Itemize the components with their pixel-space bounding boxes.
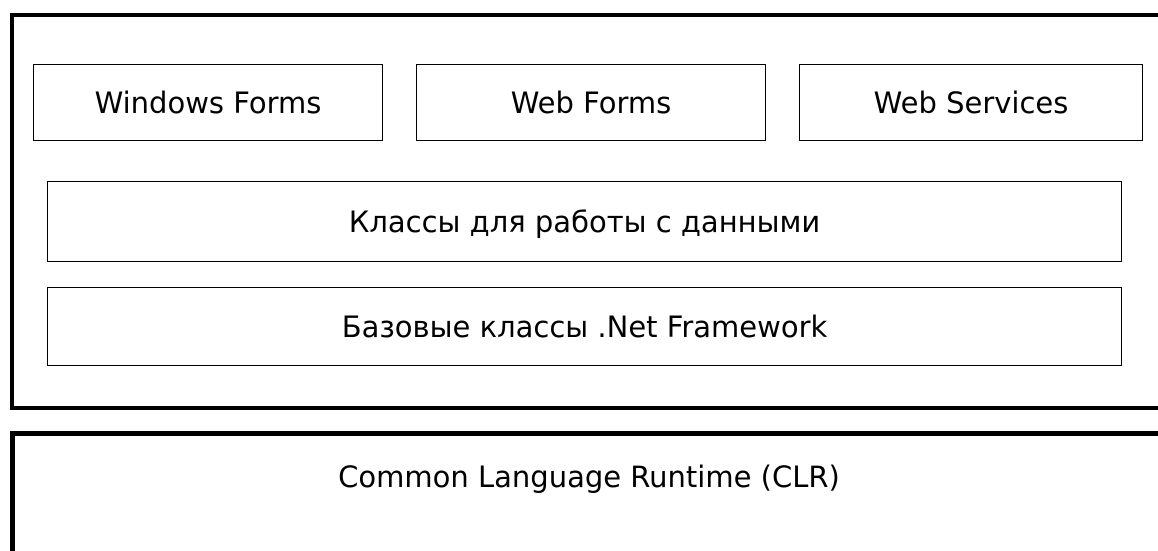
clr-label: Common Language Runtime (CLR) (338, 460, 840, 494)
windows-forms-label: Windows Forms (94, 85, 322, 120)
web-services-label: Web Services (873, 85, 1069, 120)
web-forms-label: Web Forms (510, 85, 672, 120)
data-classes-label: Классы для работы с данными (348, 204, 821, 239)
base-classes-box: Базовые классы .Net Framework (47, 287, 1122, 366)
web-forms-box: Web Forms (416, 64, 766, 141)
base-classes-label: Базовые классы .Net Framework (341, 309, 828, 344)
data-classes-box: Классы для работы с данными (47, 181, 1122, 262)
web-services-box: Web Services (799, 64, 1143, 141)
windows-forms-box: Windows Forms (33, 64, 383, 141)
